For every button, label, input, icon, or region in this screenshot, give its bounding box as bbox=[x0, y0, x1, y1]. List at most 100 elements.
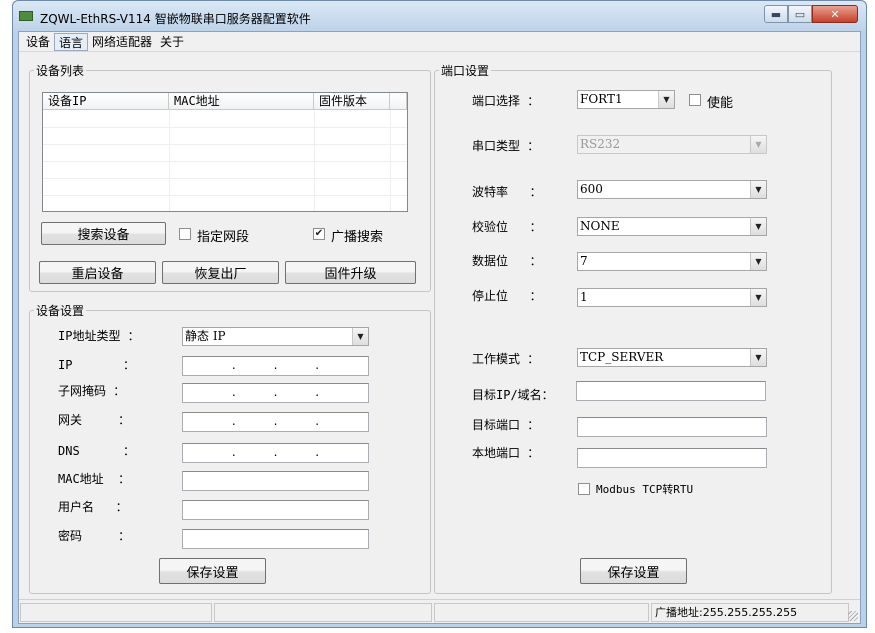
grid-vline bbox=[314, 110, 315, 211]
chevron-down-icon[interactable]: ▼ bbox=[658, 91, 674, 108]
enable-label: 使能 bbox=[707, 96, 734, 111]
device-list-table[interactable]: 设备IP MAC地址 固件版本 bbox=[42, 92, 408, 212]
chevron-down-icon[interactable]: ▼ bbox=[352, 328, 368, 345]
serial-type-select[interactable]: RS232 ▼ bbox=[577, 135, 767, 154]
menu-device[interactable]: 设备 bbox=[22, 33, 54, 51]
restart-device-button[interactable]: 重启设备 bbox=[39, 261, 156, 284]
chevron-down-icon[interactable]: ▼ bbox=[750, 218, 766, 235]
status-pane-2 bbox=[214, 603, 432, 622]
minimize-icon: ▬ bbox=[770, 7, 782, 21]
column-header-ip[interactable]: 设备IP bbox=[43, 93, 169, 110]
menu-about[interactable]: 关于 bbox=[156, 33, 188, 51]
mac-address-field[interactable] bbox=[182, 471, 369, 491]
menu-network-adapter[interactable]: 网络适配器 bbox=[88, 33, 156, 51]
minimize-button[interactable]: ▬ bbox=[764, 5, 788, 23]
gateway-label: 网关 ： bbox=[58, 413, 131, 427]
work-mode-select[interactable]: TCP_SERVER ▼ bbox=[577, 348, 767, 367]
grid-line bbox=[43, 161, 407, 162]
port-select-label: 端口选择 ： bbox=[472, 94, 540, 108]
ip-dot: . bbox=[315, 414, 320, 428]
ip-dot: . bbox=[273, 358, 278, 372]
password-field[interactable] bbox=[182, 529, 369, 549]
data-bits-label: 数据位 ： bbox=[472, 254, 542, 268]
chevron-down-icon[interactable]: ▼ bbox=[750, 253, 766, 270]
device-settings-legend: 设备设置 bbox=[36, 304, 85, 318]
broadcast-search-label: 广播搜索 bbox=[331, 230, 384, 245]
status-pane-1 bbox=[20, 603, 212, 622]
save-port-settings-button[interactable]: 保存设置 bbox=[580, 558, 687, 584]
modbus-checkbox[interactable] bbox=[578, 483, 590, 495]
ip-dots: ... bbox=[183, 357, 368, 375]
target-ip-field[interactable] bbox=[576, 381, 766, 401]
chevron-down-icon[interactable]: ▼ bbox=[750, 136, 766, 153]
device-list-legend: 设备列表 bbox=[36, 64, 85, 78]
ip-dot: . bbox=[273, 414, 278, 428]
parity-label: 校验位 ： bbox=[472, 220, 542, 234]
dns-label: DNS ： bbox=[58, 444, 136, 458]
local-port-label: 本地端口 ： bbox=[472, 446, 540, 460]
target-port-field[interactable] bbox=[577, 417, 767, 437]
port-settings-legend: 端口设置 bbox=[441, 64, 490, 78]
password-label: 密码 ： bbox=[58, 529, 131, 543]
ip-dots: ... bbox=[183, 444, 368, 462]
close-icon: ✕ bbox=[830, 7, 840, 21]
search-device-button[interactable]: 搜索设备 bbox=[41, 222, 166, 245]
chevron-down-icon[interactable]: ▼ bbox=[750, 349, 766, 366]
specify-segment-checkbox[interactable] bbox=[179, 228, 191, 240]
grid-line bbox=[43, 195, 407, 196]
close-button[interactable]: ✕ bbox=[812, 5, 858, 23]
ip-dot: . bbox=[273, 385, 278, 399]
subnet-label: 子网掩码 ： bbox=[58, 384, 126, 398]
ip-dot: . bbox=[315, 445, 320, 459]
dns-field[interactable]: ... bbox=[182, 443, 369, 463]
data-bits-select[interactable]: 7 ▼ bbox=[577, 252, 767, 271]
ip-dot: . bbox=[315, 385, 320, 399]
column-header-spacer bbox=[390, 93, 407, 110]
stop-bits-value: 1 bbox=[580, 290, 588, 304]
ip-dots: ... bbox=[183, 384, 368, 402]
firmware-upgrade-button[interactable]: 固件升级 bbox=[285, 261, 416, 284]
work-mode-value: TCP_SERVER bbox=[580, 350, 664, 364]
app-window: ZQWL-EthRS-V114 智嵌物联串口服务器配置软件 ▬ ▭ ✕ 设备 语… bbox=[12, 0, 867, 628]
ip-dots: ... bbox=[183, 413, 368, 431]
resize-grip-icon[interactable] bbox=[848, 611, 858, 621]
work-mode-label: 工作模式 ： bbox=[472, 352, 540, 366]
baud-rate-select[interactable]: 600 ▼ bbox=[577, 180, 767, 199]
title-bar[interactable]: ZQWL-EthRS-V114 智嵌物联串口服务器配置软件 ▬ ▭ ✕ bbox=[13, 1, 866, 31]
status-bar: 广播地址:255.255.255.255 bbox=[19, 599, 860, 623]
data-bits-value: 7 bbox=[580, 254, 588, 268]
modbus-label: Modbus TCP转RTU bbox=[596, 483, 694, 496]
ip-label: IP ： bbox=[58, 358, 136, 372]
status-pane-3 bbox=[434, 603, 649, 622]
grid-vline bbox=[169, 110, 170, 211]
port-select[interactable]: FORT1 ▼ bbox=[577, 90, 675, 109]
chevron-down-icon[interactable]: ▼ bbox=[750, 289, 766, 306]
baud-rate-value: 600 bbox=[580, 182, 603, 196]
ip-address-field[interactable]: ... bbox=[182, 356, 369, 376]
window-title: ZQWL-EthRS-V114 智嵌物联串口服务器配置软件 bbox=[40, 12, 311, 26]
save-device-settings-button[interactable]: 保存设置 bbox=[159, 558, 266, 584]
column-header-mac[interactable]: MAC地址 bbox=[169, 93, 314, 110]
subnet-mask-field[interactable]: ... bbox=[182, 383, 369, 403]
stop-bits-select[interactable]: 1 ▼ bbox=[577, 288, 767, 307]
parity-select[interactable]: NONE ▼ bbox=[577, 217, 767, 236]
broadcast-search-checkbox[interactable]: ✔ bbox=[313, 228, 325, 240]
grid-line bbox=[43, 144, 407, 145]
factory-reset-button[interactable]: 恢复出厂 bbox=[162, 261, 279, 284]
ip-type-label: IP地址类型 ： bbox=[58, 329, 140, 343]
chevron-down-icon[interactable]: ▼ bbox=[750, 181, 766, 198]
menu-language[interactable]: 语言 bbox=[54, 32, 89, 51]
gateway-field[interactable]: ... bbox=[182, 412, 369, 432]
ip-type-select[interactable]: 静态 IP ▼ bbox=[182, 327, 369, 346]
local-port-field[interactable] bbox=[577, 448, 767, 468]
ip-dot: . bbox=[315, 358, 320, 372]
broadcast-address-status: 广播地址:255.255.255.255 bbox=[651, 603, 849, 622]
maximize-icon: ▭ bbox=[794, 7, 806, 21]
username-field[interactable] bbox=[182, 500, 369, 520]
specify-segment-label: 指定网段 bbox=[197, 230, 250, 245]
serial-type-label: 串口类型 ： bbox=[472, 139, 540, 153]
maximize-button[interactable]: ▭ bbox=[788, 5, 812, 23]
username-label: 用户名 ： bbox=[58, 500, 128, 514]
enable-checkbox[interactable] bbox=[689, 94, 701, 106]
column-header-firmware[interactable]: 固件版本 bbox=[314, 93, 390, 110]
